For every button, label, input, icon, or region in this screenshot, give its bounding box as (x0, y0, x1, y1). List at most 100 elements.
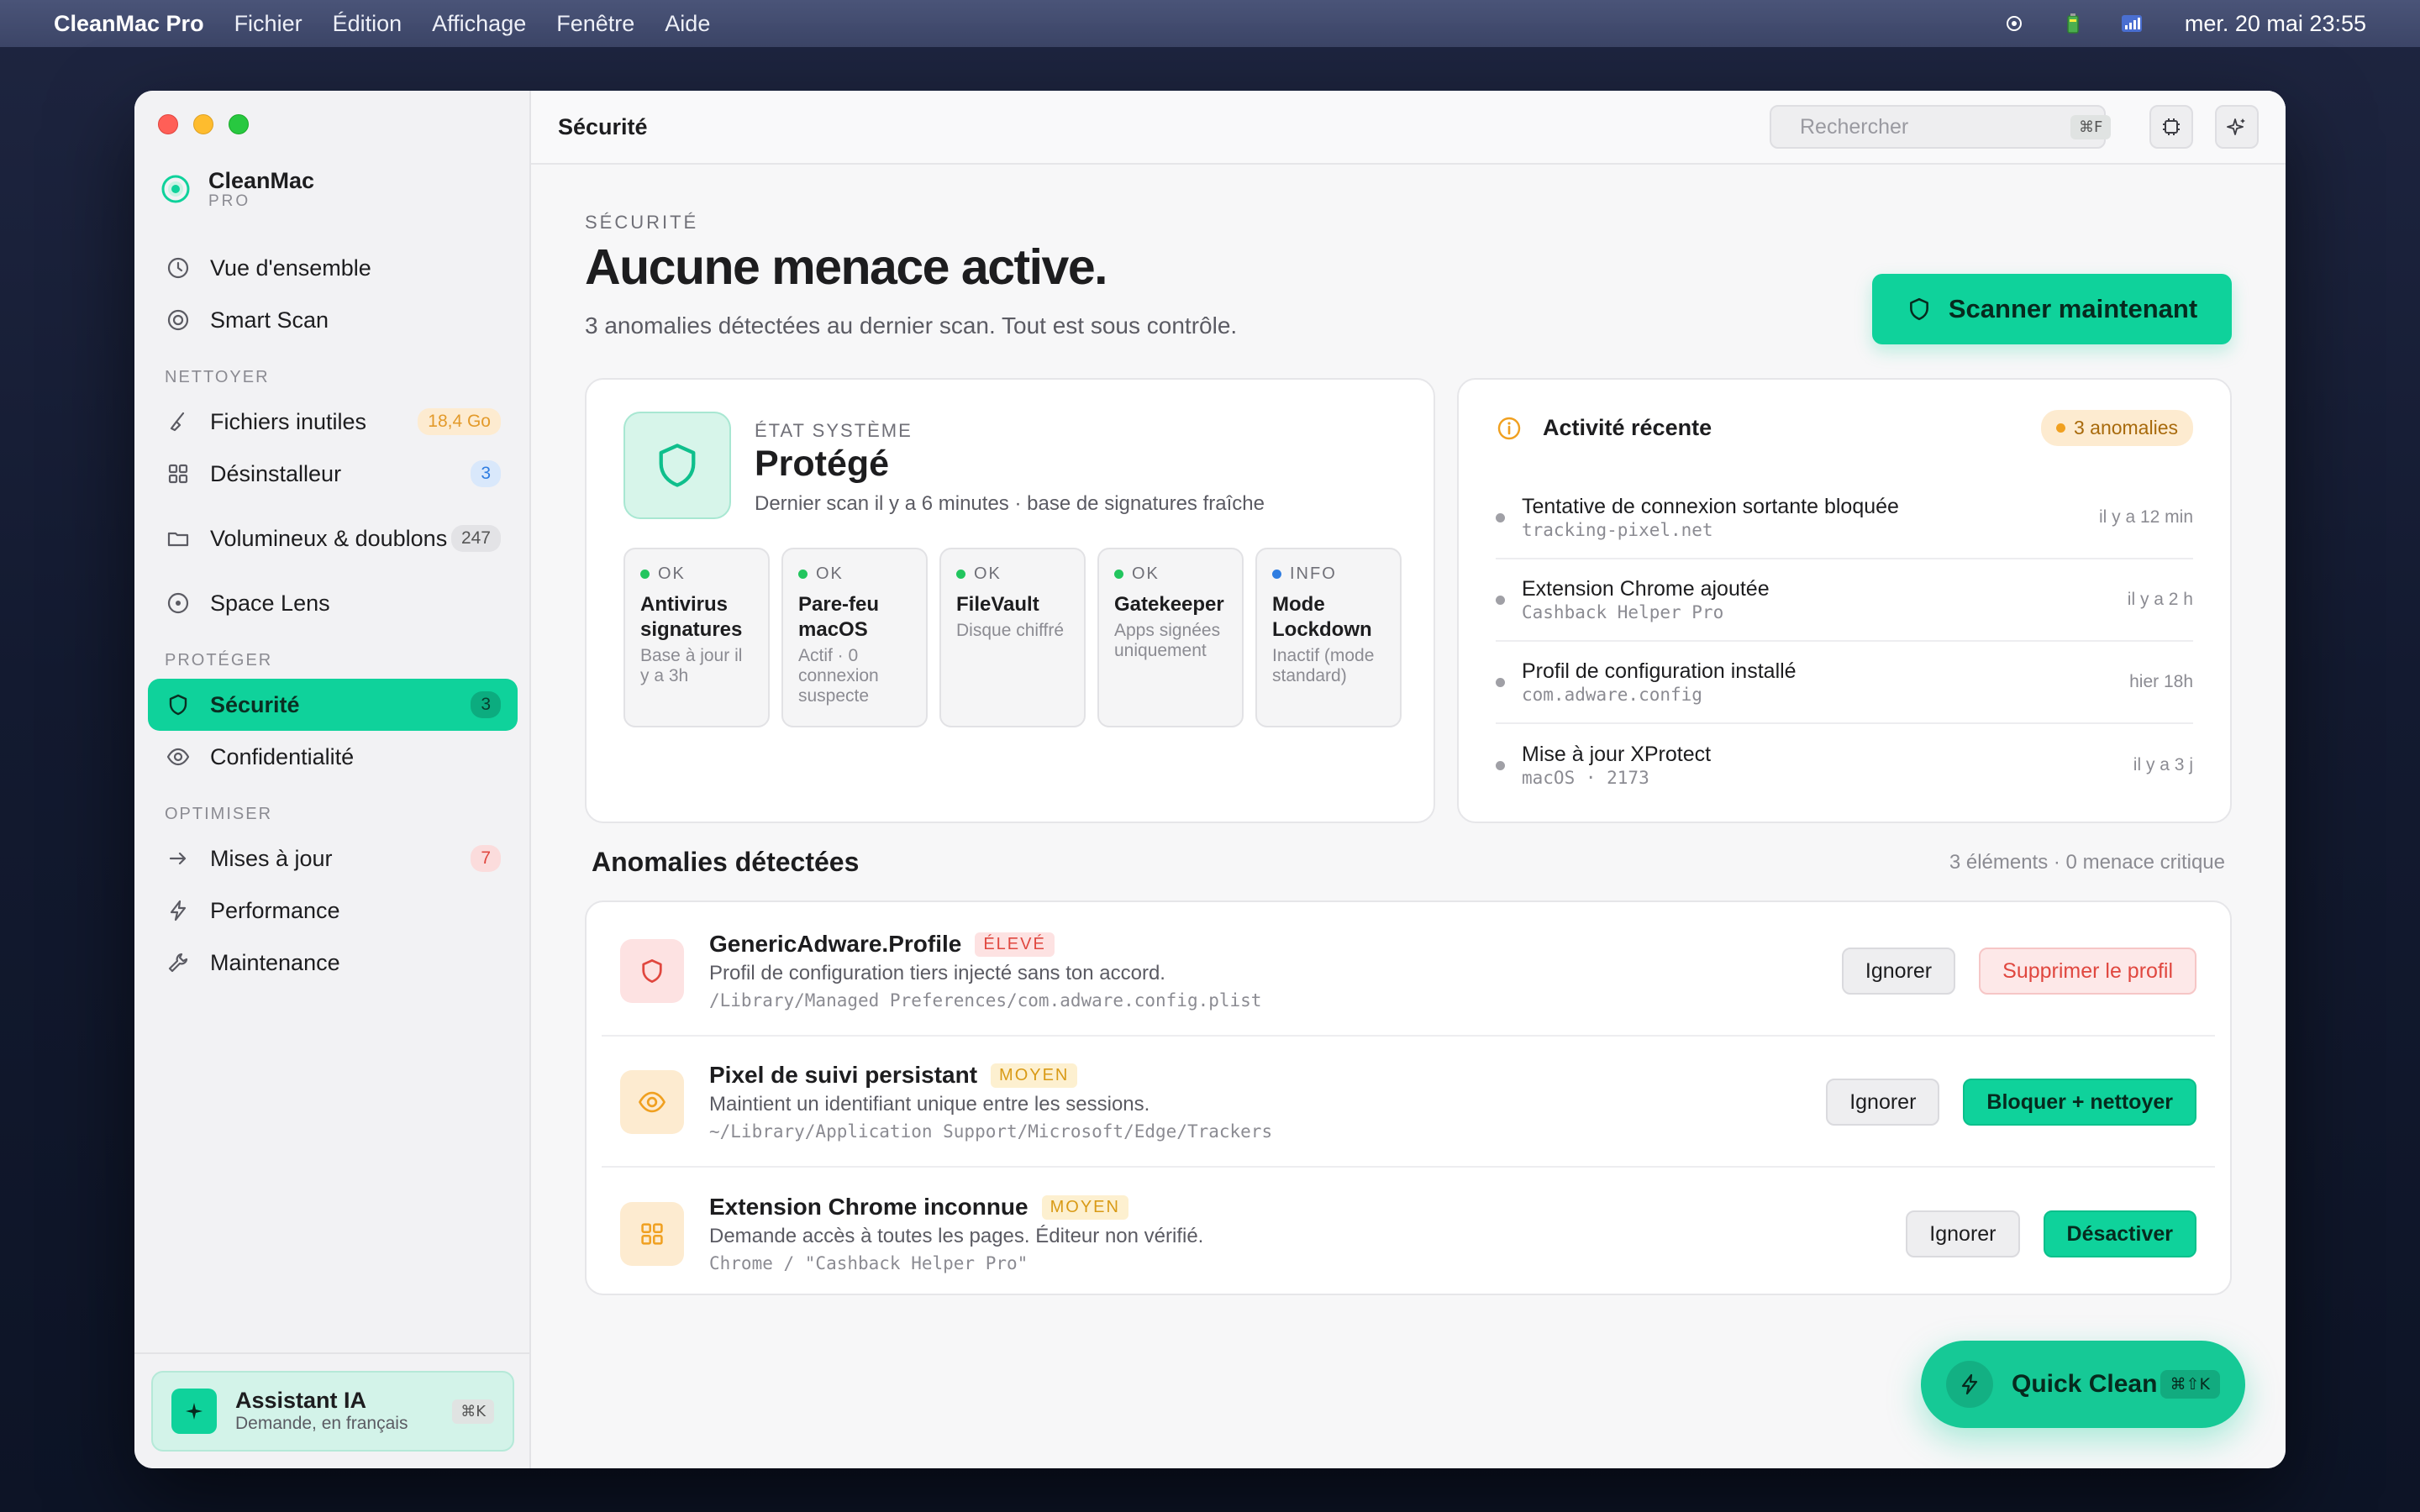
ignore-button[interactable]: Ignorer (1841, 948, 1956, 995)
menu-edition[interactable]: Édition (333, 11, 402, 37)
anomalies-card: GenericAdware.Profile ÉLEVÉ Profil de co… (585, 900, 2232, 1295)
assistant-subtitle: Demande, en français (235, 1414, 408, 1433)
menu-fenetre[interactable]: Fenêtre (556, 11, 634, 37)
anomaly-path: Chrome / "Cashback Helper Pro" (709, 1253, 1028, 1273)
tile-desc: Inactif (mode standard) (1272, 646, 1375, 685)
tile-desc: Apps signées uniquement (1114, 621, 1221, 660)
sidebar-item-junk-files[interactable]: Fichiers inutiles 18,4 Go (148, 396, 518, 448)
activity-item[interactable]: Extension Chrome ajoutée Cashback Helper… (1496, 559, 2193, 642)
sidebar-item-label: Smart Scan (210, 307, 329, 333)
search-box[interactable]: ⌘F (1770, 105, 2112, 149)
assistant-button[interactable]: Assistant IA Demande, en français ⌘K (151, 1371, 514, 1452)
anomaly-desc: Profil de configuration tiers injecté sa… (709, 962, 1165, 984)
status-dot (640, 570, 650, 579)
system-state-card: ÉTAT SYSTÈME Protégé Dernier scan il y a… (585, 378, 1435, 823)
activity-item-meta: tracking-pixel.net (1522, 520, 1713, 540)
sidebar-item-performance[interactable]: Performance (148, 885, 518, 937)
activity-item-title: Extension Chrome ajoutée (1522, 577, 1770, 601)
sidebar-item-label: Désinstalleur (210, 461, 342, 486)
status-tile-antivirus: OK Antivirus signatures Base à jour il y… (623, 548, 770, 727)
tile-status: OK (974, 564, 1002, 583)
status-dot (1114, 570, 1123, 579)
delete-profile-button[interactable]: Supprimer le profil (1979, 948, 2196, 995)
target-icon (167, 309, 189, 331)
anomaly-row: GenericAdware.Profile ÉLEVÉ Profil de co… (602, 907, 2215, 1037)
status-tile-firewall: OK Pare-feu macOS Actif · 0 connexion su… (781, 548, 928, 727)
count-badge: 3 (471, 460, 501, 487)
sidebar-item-space-lens[interactable]: Space Lens (148, 577, 518, 629)
activity-item[interactable]: Mise à jour XProtect macOS · 2173 il y a… (1496, 724, 2193, 806)
ignore-button[interactable]: Ignorer (1906, 1210, 2020, 1257)
sidebar-item-label: Sécurité (210, 692, 300, 717)
sparkle-icon (2227, 118, 2245, 135)
menu-app-name[interactable]: CleanMac Pro (54, 11, 204, 37)
brand-logo-icon (161, 175, 190, 203)
menu-affichage[interactable]: Affichage (432, 11, 526, 37)
menu-aide[interactable]: Aide (665, 11, 710, 37)
shield-icon (1909, 297, 1928, 321)
sidebar-item-label: Volumineux & doublons (210, 526, 448, 551)
block-clean-button[interactable]: Bloquer + nettoyer (1963, 1079, 2196, 1126)
anomalies-badge-label: 3 anomalies (2073, 417, 2178, 438)
status-dot (2055, 423, 2065, 433)
tile-desc: Base à jour il y a 3h (640, 646, 743, 685)
tile-title: Antivirus signatures (640, 593, 743, 641)
brand-name: CleanMac (208, 168, 315, 193)
activity-item[interactable]: Profil de configuration installé com.adw… (1496, 642, 2193, 724)
sidebar-item-smart-scan[interactable]: Smart Scan (148, 294, 518, 346)
search-input[interactable] (1800, 114, 2070, 139)
anomaly-path: /Library/Managed Preferences/com.adware.… (709, 990, 1262, 1011)
activity-item-title: Tentative de connexion sortante bloquée (1522, 495, 1899, 518)
tile-title: FileVault (956, 593, 1039, 616)
activity-item-time: hier 18h (2129, 672, 2193, 691)
disable-button[interactable]: Désactiver (2043, 1210, 2196, 1257)
scan-now-button[interactable]: Scanner maintenant (1872, 274, 2232, 344)
wifi-icon[interactable] (2121, 13, 2143, 34)
control-center-icon[interactable] (2003, 13, 2025, 34)
window-controls (158, 114, 249, 134)
minimize-window-button[interactable] (193, 114, 213, 134)
brand: CleanMac PRO (161, 168, 314, 210)
zoom-window-button[interactable] (229, 114, 249, 134)
sidebar-item-maintenance[interactable]: Maintenance (148, 937, 518, 989)
anomaly-name: Extension Chrome inconnue (709, 1194, 1028, 1220)
folder-icon (167, 532, 189, 547)
scan-now-label: Scanner maintenant (1948, 294, 2198, 323)
ignore-button[interactable]: Ignorer (1826, 1079, 1940, 1126)
app-window: CleanMac PRO Vue d'ensemble Smart Scan N… (134, 91, 2286, 1468)
count-badge: 247 (450, 525, 501, 552)
cpu-button[interactable] (2149, 105, 2193, 149)
quick-clean-button[interactable]: Quick Clean ⌘⇧K (1921, 1341, 2245, 1428)
menu-clock[interactable]: mer. 20 mai 23:55 (2185, 11, 2366, 37)
tile-status: OK (658, 564, 686, 583)
sidebar-item-large-duplicates[interactable]: Volumineux & doublons 247 (148, 500, 518, 577)
section-label-nettoyer: NETTOYER (165, 368, 270, 386)
sidebar-item-updates[interactable]: Mises à jour 7 (148, 832, 518, 885)
sidebar-item-label: Mises à jour (210, 846, 333, 871)
count-badge: 3 (471, 691, 501, 718)
sidebar: CleanMac PRO Vue d'ensemble Smart Scan N… (134, 91, 531, 1468)
sparkle-icon (171, 1389, 217, 1434)
severity-badge: MOYEN (1041, 1194, 1128, 1220)
menu-fichier[interactable]: Fichier (234, 11, 302, 37)
anomaly-row: Extension Chrome inconnue MOYEN Demande … (602, 1169, 2215, 1299)
state-subtitle: Dernier scan il y a 6 minutes · base de … (755, 492, 1265, 515)
battery-icon[interactable] (2062, 13, 2084, 34)
tile-status: INFO (1290, 564, 1337, 583)
section-label-proteger: PROTÉGER (165, 651, 273, 669)
sidebar-item-overview[interactable]: Vue d'ensemble (148, 242, 518, 294)
severity-badge: MOYEN (991, 1063, 1078, 1088)
activity-item[interactable]: Tentative de connexion sortante bloquée … (1496, 477, 2193, 559)
grid-icon (620, 1202, 684, 1266)
menu-bar: CleanMac Pro Fichier Édition Affichage F… (0, 0, 2420, 47)
anomalies-count: 3 éléments · 0 menace critique (1949, 850, 2225, 874)
ai-button[interactable] (2215, 105, 2259, 149)
close-window-button[interactable] (158, 114, 178, 134)
assistant-shortcut: ⌘K (452, 1399, 494, 1424)
sidebar-item-security[interactable]: Sécurité 3 (148, 679, 518, 731)
tile-title: Pare-feu macOS (798, 593, 880, 641)
sidebar-item-privacy[interactable]: Confidentialité (148, 731, 518, 783)
sidebar-item-uninstaller[interactable]: Désinstalleur 3 (148, 448, 518, 500)
activity-item-time: il y a 2 h (2127, 590, 2193, 609)
anomalies-title: Anomalies détectées (592, 847, 860, 877)
